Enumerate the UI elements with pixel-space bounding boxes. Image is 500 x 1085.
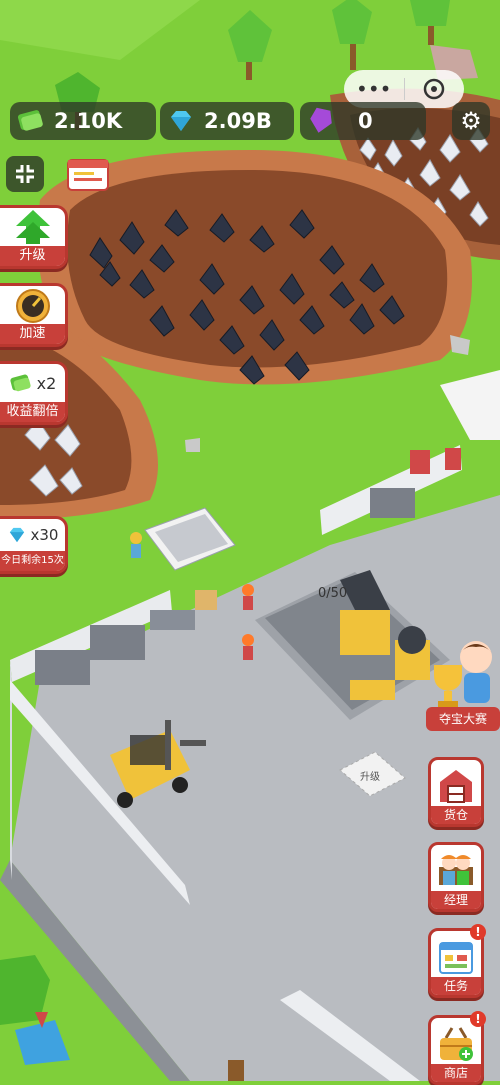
crusher-station[interactable] <box>270 570 450 720</box>
settings-button[interactable]: ⚙ <box>452 102 490 140</box>
upgrade-tile-label[interactable]: 升级 <box>360 768 380 783</box>
speed-label: 加速 <box>0 324 65 344</box>
warehouse-icon <box>440 770 472 803</box>
speedometer-icon <box>15 289 50 323</box>
speed-button[interactable]: 加速 <box>0 283 68 347</box>
manager-label: 经理 <box>431 891 481 909</box>
collapse-icon <box>16 165 34 183</box>
free-diamond-caption: 今日剩余15次 <box>0 551 65 571</box>
diamond-icon <box>166 106 196 136</box>
upgrade-arrows-icon <box>15 210 50 244</box>
diamond-counter: 2.09B <box>160 102 294 140</box>
map-button[interactable] <box>10 1008 74 1068</box>
warehouse-button[interactable]: 货仓 <box>428 757 484 827</box>
forklift[interactable] <box>105 715 210 810</box>
warehouse-label: 货仓 <box>431 806 481 824</box>
double-income-caption: 收益翻倍 <box>0 402 65 422</box>
close-circle-icon[interactable] <box>404 78 464 100</box>
cash-icon <box>16 106 46 136</box>
collapse-view-button[interactable] <box>6 156 44 192</box>
gear-icon: ⚙ <box>460 107 482 135</box>
cash-icon <box>10 374 31 392</box>
free-diamond-count: x30 <box>30 526 59 544</box>
calendar-event-button[interactable] <box>64 154 112 194</box>
cash-counter: 2.10K <box>10 102 156 140</box>
free-diamond-content: x30 <box>7 519 59 551</box>
diamond-value: 2.09B <box>204 109 272 133</box>
free-diamond-button[interactable]: x30 今日剩余15次 <box>0 516 68 574</box>
purple-gem-icon <box>306 106 336 136</box>
upgrade-button[interactable]: 升级 <box>0 205 68 269</box>
manager-icon <box>439 855 473 885</box>
double-income-button[interactable]: x2 收益翻倍 <box>0 361 68 425</box>
tasks-label: 任务 <box>431 977 481 995</box>
cash-value: 2.10K <box>54 109 123 133</box>
shop-alert-badge: ! <box>470 1011 486 1027</box>
manager-button[interactable]: 经理 <box>428 842 484 912</box>
calendar-icon <box>67 159 109 191</box>
double-income-content: x2 <box>9 364 57 402</box>
shop-basket-icon <box>440 1027 473 1061</box>
more-icon[interactable]: ••• <box>344 77 404 101</box>
diamond-icon <box>9 527 24 543</box>
upgrade-label: 升级 <box>0 246 65 266</box>
gem-value: 0 <box>358 109 373 133</box>
shop-label: 商店 <box>431 1064 481 1082</box>
double-multiplier: x2 <box>36 373 57 393</box>
tasks-alert-badge: ! <box>470 924 486 940</box>
task-board-icon <box>439 942 473 974</box>
gem-counter: 0 <box>300 102 426 140</box>
